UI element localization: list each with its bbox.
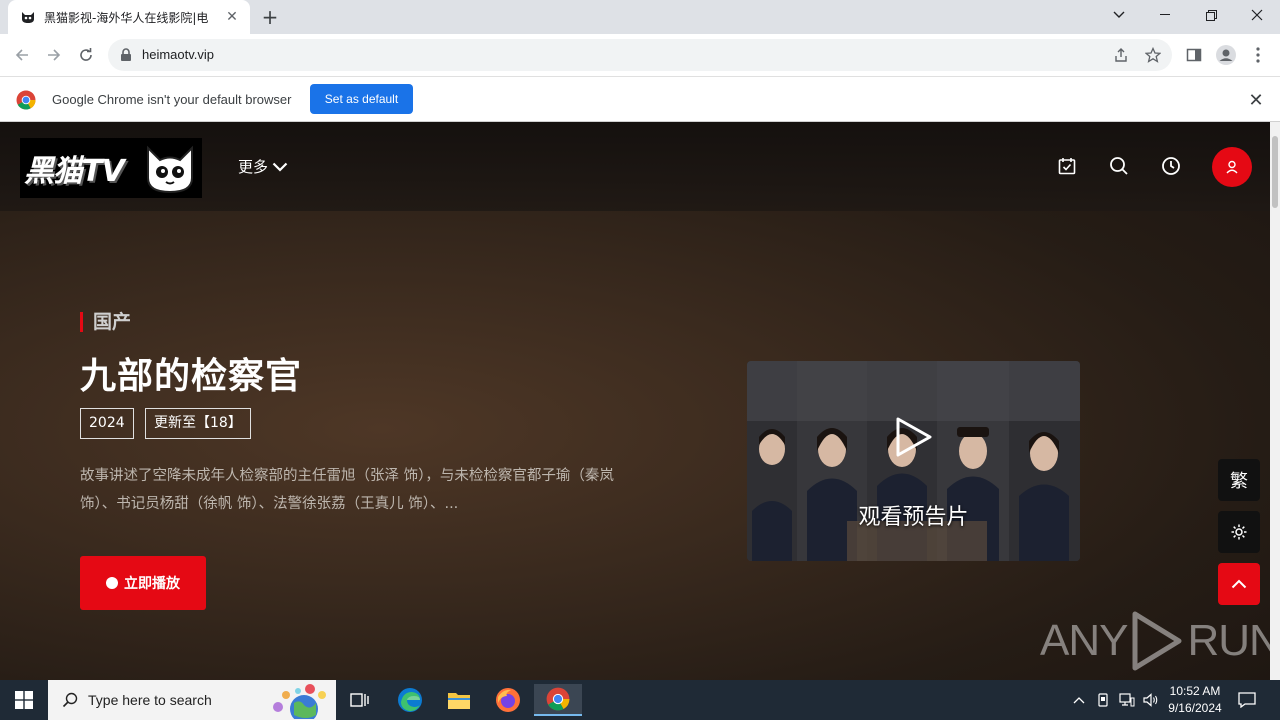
url-text[interactable]: heimaotv.vip	[142, 47, 214, 62]
episode-tag: 更新至【18】	[145, 408, 251, 439]
windows-taskbar: Type here to search 10:52 AM 9/16/2024	[0, 680, 1280, 720]
hero-category[interactable]: 国产	[80, 312, 131, 332]
calendar-check-icon[interactable]	[1056, 155, 1078, 177]
new-tab-plus-icon[interactable]: +	[258, 5, 282, 29]
settings-gear-button[interactable]	[1218, 511, 1260, 553]
taskbar-search-placeholder: Type here to search	[88, 692, 212, 708]
network-icon[interactable]	[1117, 690, 1137, 710]
task-view-icon[interactable]	[336, 684, 384, 716]
scrollbar-thumb[interactable]	[1272, 136, 1278, 208]
windows-start-icon[interactable]	[0, 680, 48, 720]
logo-text: 黑猫TV	[24, 154, 125, 189]
firefox-icon[interactable]	[484, 684, 532, 716]
history-clock-icon[interactable]	[1160, 155, 1182, 177]
user-icon	[1226, 160, 1238, 174]
restore-icon[interactable]	[1188, 0, 1234, 30]
browser-toolbar: heimaotv.vip	[0, 34, 1280, 76]
back-to-top-button[interactable]	[1218, 563, 1260, 605]
profile-avatar-icon[interactable]	[1215, 44, 1237, 66]
search-icon	[62, 692, 78, 708]
tab-close-icon[interactable]: ✕	[224, 9, 240, 25]
reload-icon[interactable]	[74, 43, 98, 67]
window-close-icon[interactable]	[1234, 0, 1280, 30]
tray-chevron-up-icon[interactable]	[1069, 690, 1089, 710]
address-bar[interactable]: heimaotv.vip	[108, 39, 1172, 71]
more-menu-label: 更多	[238, 158, 269, 176]
site-header: 黑猫TV 更多	[0, 122, 1270, 211]
chevron-up-icon	[1231, 579, 1247, 589]
browser-tab[interactable]: 黑猫影视-海外华人在线影院|电 ✕	[8, 0, 250, 34]
hero-title[interactable]: 九部的检察官	[80, 347, 302, 399]
anyrun-watermark: ANY RUN	[1040, 610, 1270, 672]
set-as-default-button[interactable]: Set as default	[310, 84, 413, 114]
infobar-close-icon[interactable]: ✕	[1246, 90, 1266, 111]
hero-description: 故事讲述了空降未成年人检察部的主任雷旭（张泽 饰），与未检检察官都子瑜（秦岚 饰…	[80, 468, 614, 512]
bookmark-star-icon[interactable]	[1144, 46, 1162, 64]
share-icon[interactable]	[1112, 46, 1130, 64]
lock-icon[interactable]	[120, 47, 132, 66]
more-menu[interactable]: 更多	[238, 156, 288, 177]
infobar-message: Google Chrome isn't your default browser	[52, 92, 292, 107]
kebab-menu-icon[interactable]	[1247, 44, 1269, 66]
page-scrollbar[interactable]	[1270, 122, 1280, 680]
cat-mascot-icon	[142, 140, 198, 200]
site-logo[interactable]: 黑猫TV	[20, 138, 202, 198]
traditional-chinese-toggle[interactable]: 繁	[1218, 459, 1260, 501]
browser-tab-strip: 黑猫影视-海外华人在线影院|电 ✕ +	[0, 0, 1280, 34]
minimize-icon[interactable]	[1142, 0, 1188, 30]
watermark-play-icon	[1132, 611, 1182, 671]
play-now-button[interactable]: 立即播放	[80, 556, 206, 610]
watermark-right-text: RUN	[1187, 616, 1270, 665]
cat-favicon-icon	[20, 9, 36, 25]
file-explorer-icon[interactable]	[435, 684, 483, 716]
edge-browser-icon[interactable]	[386, 684, 434, 716]
trailer-card[interactable]: 观看预告片	[747, 361, 1080, 561]
back-arrow-icon[interactable]	[10, 43, 34, 67]
tab-search-chevron-icon[interactable]	[1096, 0, 1142, 30]
chevron-down-icon	[272, 162, 288, 172]
play-dot-icon	[106, 577, 118, 589]
volume-icon[interactable]	[1141, 690, 1161, 710]
tab-title: 黑猫影视-海外华人在线影院|电	[44, 10, 209, 25]
search-icon[interactable]	[1108, 155, 1130, 177]
forward-arrow-icon[interactable]	[42, 43, 66, 67]
chrome-logo-icon	[16, 90, 36, 110]
taskbar-clock[interactable]: 10:52 AM 9/16/2024	[1166, 683, 1224, 717]
play-now-label: 立即播放	[124, 575, 180, 591]
clock-date: 9/16/2024	[1168, 701, 1222, 715]
user-account-button[interactable]	[1212, 147, 1252, 187]
chrome-taskbar-icon[interactable]	[534, 684, 582, 716]
search-highlight-globe-icon	[273, 684, 326, 719]
play-triangle-icon[interactable]	[895, 416, 933, 462]
tray-device-icon[interactable]	[1093, 690, 1113, 710]
side-panel-icon[interactable]	[1183, 44, 1205, 66]
page-viewport: 黑猫TV 更多 国产 九部的检察官 2024 更新至【18】 故事讲述了空降未成…	[0, 122, 1270, 680]
gear-icon	[1231, 524, 1247, 540]
notification-icon[interactable]	[1237, 690, 1257, 710]
trailer-label: 观看预告片	[858, 505, 969, 530]
watermark-left-text: ANY	[1040, 616, 1128, 665]
clock-time: 10:52 AM	[1169, 684, 1221, 698]
year-tag: 2024	[80, 408, 134, 439]
taskbar-search-box[interactable]: Type here to search	[48, 680, 336, 720]
default-browser-infobar: Google Chrome isn't your default browser…	[0, 76, 1280, 122]
